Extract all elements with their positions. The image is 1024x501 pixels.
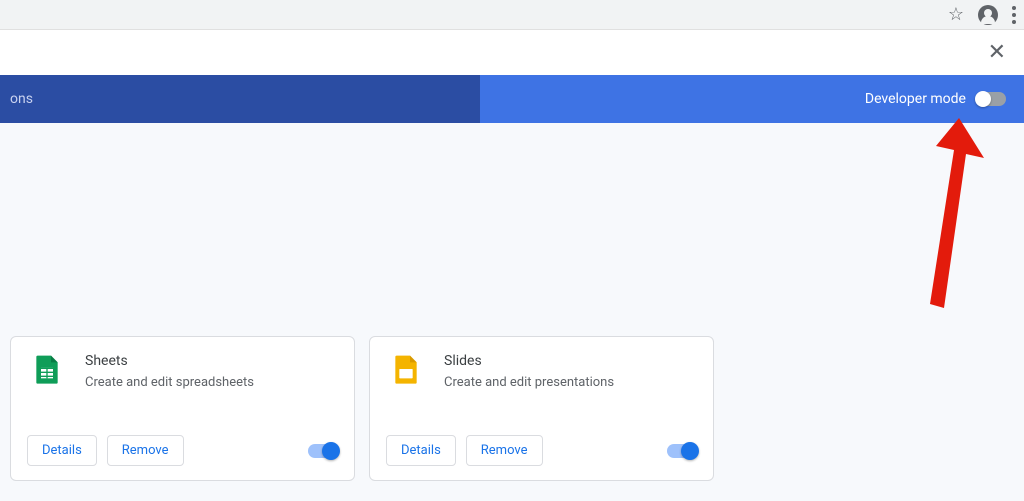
developer-mode-label: Developer mode	[865, 91, 966, 107]
sheets-icon	[31, 353, 63, 385]
search-input[interactable]: ons	[0, 75, 480, 123]
close-icon[interactable]: ✕	[988, 40, 1006, 65]
card-description: Create and edit presentations	[444, 375, 614, 390]
annotation-arrow-icon	[894, 118, 994, 308]
remove-button[interactable]: Remove	[466, 435, 543, 466]
browser-menu-icon[interactable]	[1012, 6, 1016, 24]
card-description: Create and edit spreadsheets	[85, 375, 254, 390]
slides-icon	[390, 353, 422, 385]
card-title: Sheets	[85, 353, 254, 369]
details-button[interactable]: Details	[27, 435, 97, 466]
extension-card-slides: Slides Create and edit presentations Det…	[369, 336, 714, 481]
details-button[interactable]: Details	[386, 435, 456, 466]
content-area: Sheets Create and edit spreadsheets Deta…	[0, 123, 1024, 501]
browser-toolbar: ☆	[0, 0, 1024, 30]
extension-card-sheets: Sheets Create and edit spreadsheets Deta…	[10, 336, 355, 481]
search-text-fragment: ons	[10, 91, 33, 107]
extension-enable-toggle[interactable]	[667, 444, 697, 458]
developer-mode-toggle[interactable]	[976, 92, 1006, 106]
extensions-header: ons Developer mode	[0, 75, 1024, 123]
remove-button[interactable]: Remove	[107, 435, 184, 466]
sub-toolbar: ✕	[0, 30, 1024, 75]
developer-mode-control: Developer mode	[865, 91, 1024, 107]
bookmark-star-icon[interactable]: ☆	[948, 4, 964, 25]
extension-enable-toggle[interactable]	[308, 444, 338, 458]
extension-cards: Sheets Create and edit spreadsheets Deta…	[0, 336, 714, 481]
profile-icon[interactable]	[978, 5, 998, 25]
card-title: Slides	[444, 353, 614, 369]
